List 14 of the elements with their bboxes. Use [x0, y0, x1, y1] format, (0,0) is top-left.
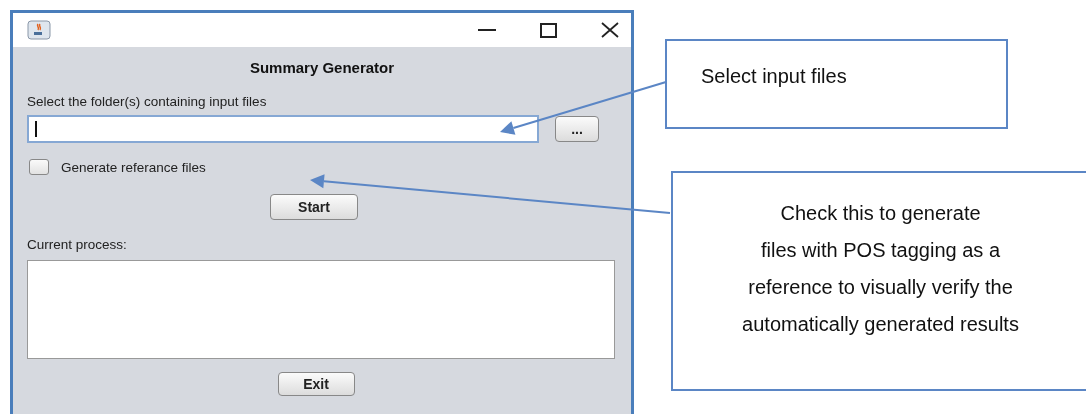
process-label: Current process:	[27, 237, 128, 252]
checkbox[interactable]	[29, 159, 49, 175]
text-cursor-icon	[35, 121, 37, 137]
folder-label: Select the folder(s) containing input files	[27, 94, 268, 109]
close-icon[interactable]	[601, 22, 619, 38]
browse-button[interactable]: ...	[555, 116, 599, 142]
exit-button[interactable]: Exit	[277, 372, 355, 396]
maximize-icon[interactable]	[540, 22, 557, 38]
window-heading: Summary Generator	[248, 59, 396, 76]
checkbox-label: Generate referance files	[61, 159, 206, 175]
folder-input-field[interactable]	[27, 115, 539, 143]
start-button[interactable]: Start	[270, 194, 358, 220]
callout-text: Check this to generate files with POS tagging as a reference to visually verify the automatically generated results	[741, 201, 1020, 337]
callout-text: Select input files	[701, 64, 848, 89]
